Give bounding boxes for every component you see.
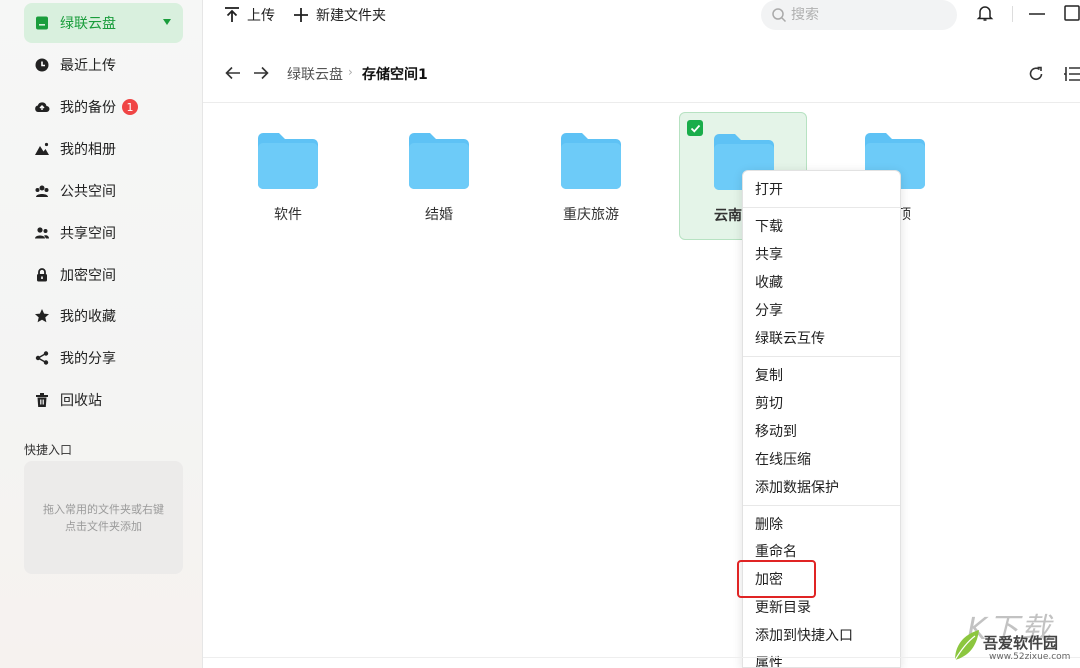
menu-item-open[interactable]: 打开 xyxy=(743,175,900,203)
clock-icon xyxy=(34,57,50,73)
list-view-icon[interactable] xyxy=(1063,65,1080,83)
menu-item-delete[interactable]: 删除 xyxy=(743,510,900,538)
folder-icon xyxy=(258,133,318,189)
share-icon xyxy=(34,350,50,366)
sidebar-item-recent-uploads[interactable]: 最近上传 xyxy=(24,45,183,85)
menu-divider xyxy=(743,356,900,357)
folder-name: 重庆旅游 xyxy=(563,207,619,223)
sidebar-item-my-album[interactable]: 我的相册 xyxy=(24,129,183,169)
menu-item-compress[interactable]: 在线压缩 xyxy=(743,445,900,473)
upload-button[interactable]: 上传 xyxy=(223,0,275,30)
sidebar-item-label: 我的分享 xyxy=(60,351,116,367)
toolbar-divider xyxy=(1012,6,1013,22)
breadcrumb-current: 存储空间1 xyxy=(362,67,428,83)
new-folder-label: 新建文件夹 xyxy=(316,8,386,24)
sidebar-item-label: 公共空间 xyxy=(60,184,116,200)
menu-divider xyxy=(743,207,900,208)
new-folder-button[interactable]: 新建文件夹 xyxy=(292,0,386,30)
sidebar-item-my-shares[interactable]: 我的分享 xyxy=(24,338,183,378)
search-input[interactable] xyxy=(791,7,941,23)
sidebar: 绿联云盘 最近上传 我的备份 1 我的相册 公共空间 共享空间 加密空间 我的收… xyxy=(0,0,203,668)
folder-name: 结婚 xyxy=(425,207,453,223)
search-box[interactable] xyxy=(761,0,957,30)
highlight-box xyxy=(737,560,816,598)
photo-icon xyxy=(34,141,50,157)
quick-access-hint: 拖入常用的文件夹或右键点击文件夹添加 xyxy=(43,502,164,533)
star-icon xyxy=(34,308,50,324)
quick-access-dropzone[interactable]: 拖入常用的文件夹或右键点击文件夹添加 xyxy=(24,461,183,574)
menu-item-ugreen-transfer[interactable]: 绿联云互传 xyxy=(743,324,900,352)
bell-icon[interactable] xyxy=(976,4,994,22)
search-icon xyxy=(772,8,787,23)
sidebar-item-label: 加密空间 xyxy=(60,268,116,284)
breadcrumb-bar: 绿联云盘 › 存储空间1 xyxy=(203,44,1080,103)
sidebar-item-label: 我的相册 xyxy=(60,142,116,158)
sidebar-item-my-favorites[interactable]: 我的收藏 xyxy=(24,296,183,336)
sidebar-item-label: 最近上传 xyxy=(60,58,116,74)
sidebar-item-my-backup[interactable]: 我的备份 1 xyxy=(24,87,183,127)
sidebar-item-label: 回收站 xyxy=(60,393,102,409)
upload-label: 上传 xyxy=(247,8,275,24)
sidebar-item-label: 我的备份 xyxy=(60,100,116,116)
minimize-icon[interactable] xyxy=(1027,4,1047,22)
notification-badge: 1 xyxy=(122,99,138,115)
plus-icon xyxy=(294,8,308,22)
menu-item-share-space[interactable]: 共享 xyxy=(743,240,900,268)
menu-divider xyxy=(743,505,900,506)
watermark: K下载 吾爱软件园 www.52zixue.com xyxy=(945,596,1080,668)
menu-item-data-protection[interactable]: 添加数据保护 xyxy=(743,473,900,501)
quick-access-title: 快捷入口 xyxy=(24,443,73,457)
sidebar-item-ugreen-drive[interactable]: 绿联云盘 xyxy=(24,3,183,43)
folder-icon xyxy=(409,133,469,189)
sidebar-item-label: 我的收藏 xyxy=(60,309,116,325)
lock-icon xyxy=(34,267,50,283)
sidebar-item-encrypted-space[interactable]: 加密空间 xyxy=(24,255,183,295)
sidebar-item-label: 共享空间 xyxy=(60,226,116,242)
watermark-url: www.52zixue.com xyxy=(989,652,1071,662)
people-icon xyxy=(34,225,50,241)
back-arrow-icon[interactable] xyxy=(223,64,243,82)
menu-item-download[interactable]: 下载 xyxy=(743,212,900,240)
chevron-down-icon[interactable] xyxy=(163,19,171,25)
top-toolbar: 上传 新建文件夹 xyxy=(203,0,1080,44)
forward-arrow-icon[interactable] xyxy=(251,64,271,82)
folder-item[interactable]: 软件 xyxy=(224,112,352,240)
group-icon xyxy=(34,183,50,199)
watermark-site-name: 吾爱软件园 xyxy=(983,634,1059,652)
sidebar-item-shared-space[interactable]: 共享空间 xyxy=(24,213,183,253)
folder-item[interactable]: 重庆旅游 xyxy=(527,112,655,240)
menu-item-share[interactable]: 分享 xyxy=(743,296,900,324)
menu-item-properties[interactable]: 属性 xyxy=(743,649,900,667)
breadcrumb-parent[interactable]: 绿联云盘 xyxy=(287,64,343,84)
leaf-logo-icon xyxy=(954,630,979,661)
drive-icon xyxy=(34,15,50,31)
upload-icon xyxy=(225,7,239,22)
menu-item-copy[interactable]: 复制 xyxy=(743,361,900,389)
menu-item-favorite[interactable]: 收藏 xyxy=(743,268,900,296)
checkbox-checked-icon[interactable] xyxy=(687,120,703,136)
cloud-upload-icon xyxy=(34,99,50,115)
folder-name: 软件 xyxy=(274,207,302,223)
sidebar-item-public-space[interactable]: 公共空间 xyxy=(24,171,183,211)
maximize-icon[interactable] xyxy=(1063,4,1080,22)
menu-item-cut[interactable]: 剪切 xyxy=(743,389,900,417)
sidebar-item-recycle-bin[interactable]: 回收站 xyxy=(24,380,183,420)
folder-item[interactable]: 结婚 xyxy=(375,112,503,240)
menu-item-add-quick-access[interactable]: 添加到快捷入口 xyxy=(743,621,900,649)
sidebar-item-label: 绿联云盘 xyxy=(60,16,116,32)
refresh-icon[interactable] xyxy=(1027,65,1045,83)
breadcrumb-separator: › xyxy=(348,65,353,79)
trash-icon xyxy=(34,392,50,408)
menu-item-move-to[interactable]: 移动到 xyxy=(743,417,900,445)
folder-icon xyxy=(561,133,621,189)
folder-name: 云南 xyxy=(714,208,742,224)
